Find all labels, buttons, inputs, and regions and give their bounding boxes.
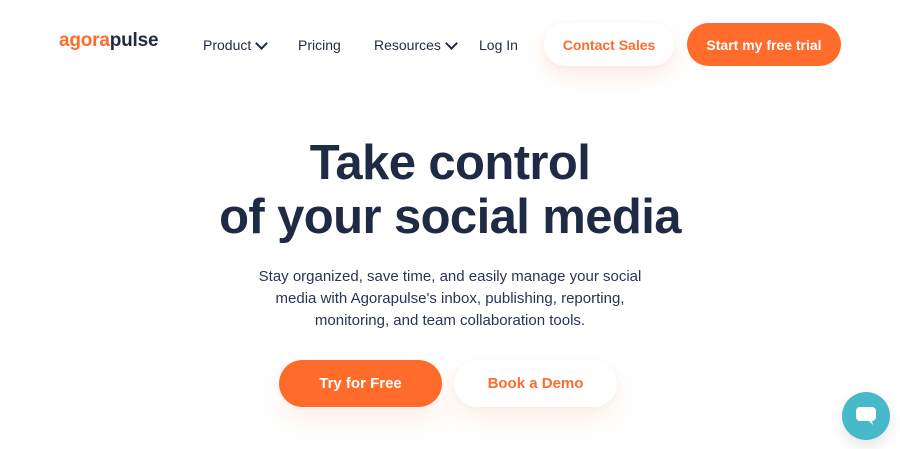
nav-item-product[interactable]: Product [203, 36, 269, 53]
start-free-trial-button[interactable]: Start my free trial [687, 23, 841, 66]
book-demo-button[interactable]: Book a Demo [454, 360, 617, 407]
hero-title-line-1: Take control [309, 136, 591, 190]
nav-item-label: Log In [479, 37, 518, 53]
chevron-down-icon [255, 36, 269, 50]
contact-sales-button[interactable]: Contact Sales [544, 23, 674, 66]
hero-subtitle: Stay organized, save time, and easily ma… [0, 266, 900, 332]
nav-item-label: Resources [374, 37, 441, 53]
hero-subtitle-line-1: Stay organized, save time, and easily ma… [258, 268, 642, 285]
site-header: agorapulse Product Pricing Resources Log… [0, 0, 900, 88]
hero-subtitle-line-2: media with Agorapulse's inbox, publishin… [275, 290, 625, 307]
nav-item-label: Product [203, 37, 252, 53]
hero-title-line-2: of your social media [219, 190, 681, 244]
nav-item-resources[interactable]: Resources [374, 36, 458, 53]
try-for-free-button[interactable]: Try for Free [279, 360, 442, 407]
nav-item-login[interactable]: Log In [479, 37, 518, 53]
chat-widget-button[interactable] [842, 392, 890, 440]
chevron-down-icon [445, 36, 458, 50]
nav-item-pricing[interactable]: Pricing [298, 37, 341, 53]
hero-subtitle-line-3: monitoring, and team collaboration tools… [314, 312, 586, 329]
chat-bubble-icon [856, 407, 876, 425]
hero-title: Take control of your social media [0, 136, 900, 244]
nav-item-label: Pricing [298, 37, 341, 53]
